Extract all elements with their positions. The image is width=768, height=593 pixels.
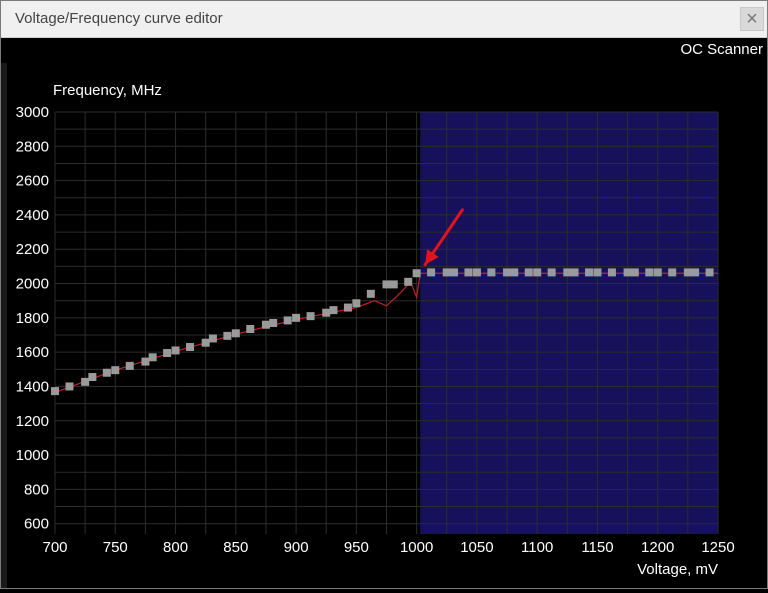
curve-point[interactable] bbox=[450, 268, 459, 277]
y-tick-label: 1600 bbox=[16, 344, 49, 361]
curve-point[interactable] bbox=[51, 387, 59, 396]
curve-point[interactable] bbox=[668, 268, 677, 277]
vf-curve-editor-window: Voltage/Frequency curve editor × OC Scan… bbox=[0, 0, 768, 589]
curve-point[interactable] bbox=[630, 268, 639, 277]
curve-point[interactable] bbox=[292, 313, 301, 322]
curve-point[interactable] bbox=[563, 268, 572, 277]
y-tick-label: 800 bbox=[24, 481, 49, 498]
y-tick-label: 1800 bbox=[16, 310, 49, 327]
y-tick-label: 2200 bbox=[16, 241, 49, 258]
vf-chart-area[interactable]: 600 800 1000 1200 1400 1600 1800 2000 2200 2400 26… bbox=[7, 63, 767, 588]
x-tick-label: 850 bbox=[223, 539, 248, 556]
curve-point[interactable] bbox=[111, 366, 120, 375]
curve-point[interactable] bbox=[524, 268, 533, 277]
curve-point[interactable] bbox=[171, 346, 180, 355]
curve-point[interactable] bbox=[533, 268, 542, 277]
curve-point[interactable] bbox=[607, 268, 616, 277]
x-tick-label: 800 bbox=[163, 539, 188, 556]
curve-point[interactable] bbox=[306, 312, 315, 321]
vf-curve-chart[interactable]: 600 800 1000 1200 1400 1600 1800 2000 2200 2400 26… bbox=[7, 63, 767, 588]
curve-point[interactable] bbox=[283, 316, 292, 325]
y-tick-label: 2800 bbox=[16, 138, 49, 155]
curve-point[interactable] bbox=[412, 269, 421, 278]
x-tick-label: 1250 bbox=[701, 539, 734, 556]
curve-point[interactable] bbox=[163, 349, 172, 358]
curve-point[interactable] bbox=[683, 268, 692, 277]
x-tick-label: 750 bbox=[103, 539, 128, 556]
curve-point[interactable] bbox=[366, 289, 375, 298]
y-tick-label: 2000 bbox=[16, 276, 49, 293]
oc-scanner-button[interactable]: OC Scanner bbox=[680, 41, 763, 58]
y-tick-label: 600 bbox=[24, 516, 49, 533]
curve-point[interactable] bbox=[322, 308, 331, 317]
close-icon: × bbox=[746, 8, 758, 30]
curve-point[interactable] bbox=[691, 268, 700, 277]
curve-point[interactable] bbox=[705, 268, 714, 277]
curve-point[interactable] bbox=[246, 325, 255, 334]
curve-point[interactable] bbox=[81, 377, 90, 386]
y-tick-label: 1000 bbox=[16, 447, 49, 464]
x-tick-label: 1100 bbox=[521, 539, 553, 556]
curve-point[interactable] bbox=[343, 303, 352, 312]
curve-point[interactable] bbox=[141, 357, 150, 366]
title-bar[interactable]: Voltage/Frequency curve editor × bbox=[1, 1, 767, 38]
curve-point[interactable] bbox=[547, 268, 556, 277]
y-tick-label: 3000 bbox=[16, 104, 49, 121]
curve-point[interactable] bbox=[389, 280, 398, 289]
curve-point[interactable] bbox=[201, 338, 210, 347]
y-tick-label: 1200 bbox=[16, 413, 49, 430]
window-title: Voltage/Frequency curve editor bbox=[15, 10, 223, 27]
curve-point[interactable] bbox=[382, 280, 391, 289]
curve-point[interactable] bbox=[442, 268, 451, 277]
x-tick-label: 1150 bbox=[581, 539, 613, 556]
curve-point[interactable] bbox=[427, 268, 436, 277]
curve-point[interactable] bbox=[472, 268, 481, 277]
curve-point[interactable] bbox=[223, 331, 232, 340]
toolbar: OC Scanner bbox=[1, 38, 767, 63]
curve-point[interactable] bbox=[88, 373, 97, 382]
curve-point[interactable] bbox=[208, 334, 217, 343]
y-tick-label: 1400 bbox=[16, 378, 49, 395]
curve-point[interactable] bbox=[261, 320, 270, 329]
x-tick-label: 1050 bbox=[460, 539, 493, 556]
curve-point[interactable] bbox=[269, 319, 278, 327]
close-button[interactable]: × bbox=[740, 7, 764, 31]
curve-point[interactable] bbox=[645, 268, 654, 277]
curve-point[interactable] bbox=[186, 343, 195, 352]
curve-point[interactable] bbox=[125, 361, 134, 370]
curve-point[interactable] bbox=[503, 268, 512, 277]
locked-voltage-region bbox=[420, 112, 718, 534]
x-axis-label: Voltage, mV bbox=[637, 561, 718, 578]
curve-point[interactable] bbox=[231, 329, 240, 338]
y-tick-label: 2600 bbox=[16, 173, 49, 190]
curve-point[interactable] bbox=[352, 299, 361, 308]
curve-point[interactable] bbox=[65, 382, 74, 391]
x-tick-label: 950 bbox=[344, 539, 369, 556]
curve-point[interactable] bbox=[148, 353, 157, 362]
curve-point[interactable] bbox=[570, 268, 579, 277]
curve-point[interactable] bbox=[404, 277, 413, 286]
y-tick-label: 2400 bbox=[16, 207, 49, 224]
curve-point[interactable] bbox=[487, 268, 496, 277]
curve-point[interactable] bbox=[623, 268, 632, 277]
x-tick-label: 900 bbox=[284, 539, 309, 556]
curve-point[interactable] bbox=[510, 268, 519, 277]
y-axis-label: Frequency, MHz bbox=[53, 82, 162, 99]
x-tick-label: 1000 bbox=[400, 539, 433, 556]
curve-point[interactable] bbox=[464, 268, 473, 277]
x-tick-label: 700 bbox=[42, 539, 67, 556]
x-tick-label: 1200 bbox=[641, 539, 674, 556]
curve-point[interactable] bbox=[653, 268, 662, 277]
curve-point[interactable] bbox=[585, 268, 594, 277]
curve-point[interactable] bbox=[102, 368, 111, 377]
curve-point[interactable] bbox=[593, 268, 602, 277]
curve-point[interactable] bbox=[329, 306, 338, 315]
